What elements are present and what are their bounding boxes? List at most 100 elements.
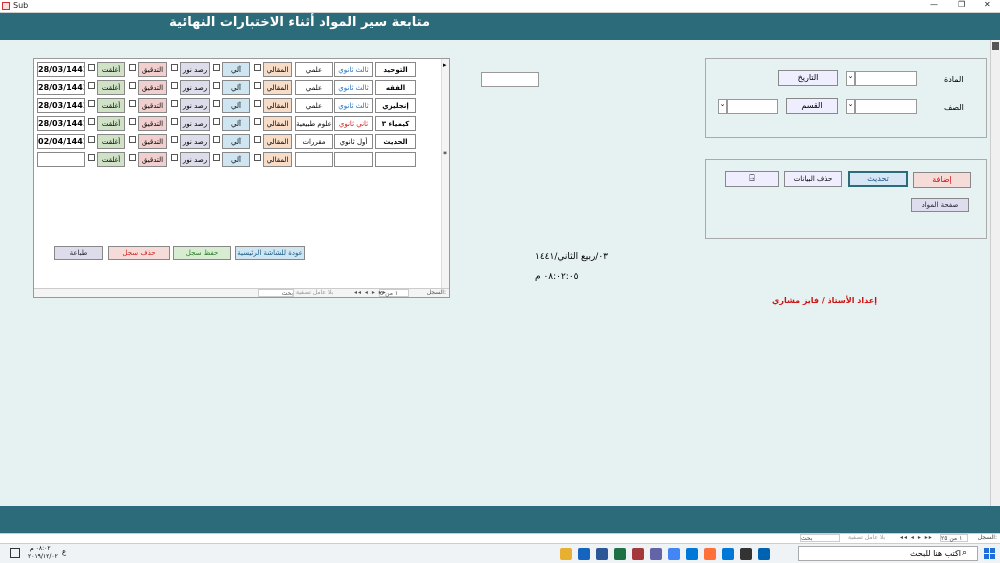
teacher-cell[interactable]: آلي: [222, 80, 250, 95]
teacher-cell[interactable]: آلي: [222, 98, 250, 113]
subject-dropdown-chevron-down-icon[interactable]: ⌄: [846, 71, 855, 86]
date-cell[interactable]: 28/03/1441: [37, 98, 85, 113]
teacher-checkbox[interactable]: [213, 82, 220, 89]
teacher-checkbox[interactable]: [213, 136, 220, 143]
nav-arrows-icon[interactable]: ◂◂ ◂ ▸ ▸▸: [354, 289, 387, 296]
check-checkbox[interactable]: [129, 82, 136, 89]
bottom-nav-filter[interactable]: بلا عامل تصفية: [848, 534, 885, 541]
subject-cell[interactable]: الفقه: [375, 80, 416, 95]
subject-cell[interactable]: كيمياء ٣: [375, 116, 416, 131]
hall-cell[interactable]: المقالي: [263, 62, 292, 77]
subject-cell[interactable]: [375, 152, 416, 167]
subjects-page-button[interactable]: صفحة المواد: [911, 198, 969, 212]
teacher-cell[interactable]: آلي: [222, 116, 250, 131]
file-explorer-icon[interactable]: [560, 548, 572, 560]
section-button[interactable]: القسم: [786, 98, 838, 114]
grade-cell[interactable]: ثالث ثانوي: [334, 80, 373, 95]
taskbar-search-box[interactable]: اكتب هنا للبحث: [798, 546, 978, 561]
outlook-icon[interactable]: [578, 548, 590, 560]
proctor-cell[interactable]: رصد نور: [180, 116, 210, 131]
proctor-checkbox[interactable]: [171, 64, 178, 71]
teacher-checkbox[interactable]: [213, 154, 220, 161]
close-status-cell[interactable]: أغلقت: [97, 62, 125, 77]
track-cell[interactable]: علمي: [295, 98, 333, 113]
access-icon[interactable]: [632, 548, 644, 560]
word-icon[interactable]: [596, 548, 608, 560]
exit-button[interactable]: ⍈: [725, 171, 779, 187]
store-icon[interactable]: [740, 548, 752, 560]
check-checkbox[interactable]: [129, 118, 136, 125]
hall-checkbox[interactable]: [254, 118, 261, 125]
check-checkbox[interactable]: [129, 154, 136, 161]
proctor-cell[interactable]: رصد نور: [180, 80, 210, 95]
clock-date[interactable]: ٢٠١٩/١٢/٠٢: [28, 553, 58, 560]
teams-icon[interactable]: [650, 548, 662, 560]
chrome-icon[interactable]: [668, 548, 680, 560]
save-record-button[interactable]: حفظ سجل: [173, 246, 231, 260]
hall-checkbox[interactable]: [254, 82, 261, 89]
track-cell[interactable]: علمي: [295, 62, 333, 77]
grade-cell[interactable]: أول ثانوي: [334, 134, 373, 149]
delete-data-button[interactable]: حذف البيانات: [784, 171, 842, 187]
nav-search-box[interactable]: بحث: [258, 289, 294, 297]
hall-cell[interactable]: المقالي: [263, 134, 292, 149]
bottom-nav-search[interactable]: بحث: [800, 534, 840, 542]
date-button[interactable]: التاريخ: [778, 70, 838, 86]
closed-checkbox[interactable]: [88, 118, 95, 125]
hall-cell[interactable]: المقالي: [263, 116, 292, 131]
closed-checkbox[interactable]: [88, 100, 95, 107]
hall-checkbox[interactable]: [254, 154, 261, 161]
check-status-cell[interactable]: التدقيق: [138, 152, 167, 167]
proctor-checkbox[interactable]: [171, 154, 178, 161]
grade-cell[interactable]: ثالث ثانوي: [334, 98, 373, 113]
teacher-checkbox[interactable]: [213, 100, 220, 107]
date-cell[interactable]: 28/03/1441: [37, 116, 85, 131]
nav-filter-status[interactable]: بلا عامل تصفية: [296, 289, 333, 296]
restore-button[interactable]: ❐: [958, 0, 965, 9]
close-status-cell[interactable]: أغلقت: [97, 152, 125, 167]
notification-icon[interactable]: [10, 548, 20, 558]
teacher-cell[interactable]: آلي: [222, 152, 250, 167]
closed-checkbox[interactable]: [88, 82, 95, 89]
teacher-checkbox[interactable]: [213, 118, 220, 125]
empty-textbox[interactable]: [481, 72, 539, 87]
subject-cell[interactable]: إنجليزي: [375, 98, 416, 113]
class-dropdown-chevron-down-icon[interactable]: ⌄: [846, 99, 855, 114]
vertical-scrollbar[interactable]: [990, 40, 1000, 506]
grade-cell[interactable]: ثالث ثانوي: [334, 62, 373, 77]
teacher-cell[interactable]: آلي: [222, 134, 250, 149]
section-dropdown-chevron-down-icon[interactable]: ⌄: [718, 99, 727, 114]
excel-icon[interactable]: [614, 548, 626, 560]
proctor-checkbox[interactable]: [171, 118, 178, 125]
date-cell[interactable]: 02/04/1441: [37, 134, 85, 149]
subject-cell[interactable]: الحديث: [375, 134, 416, 149]
close-status-cell[interactable]: أغلقت: [97, 116, 125, 131]
minimize-button[interactable]: —: [930, 0, 938, 9]
check-status-cell[interactable]: التدقيق: [138, 98, 167, 113]
closed-checkbox[interactable]: [88, 154, 95, 161]
proctor-cell[interactable]: رصد نور: [180, 98, 210, 113]
print-button[interactable]: طباعة: [54, 246, 103, 260]
class-combo[interactable]: [855, 99, 917, 114]
check-status-cell[interactable]: التدقيق: [138, 80, 167, 95]
teacher-checkbox[interactable]: [213, 64, 220, 71]
clock-time[interactable]: ٠٨:٠٢ م: [30, 545, 51, 552]
check-status-cell[interactable]: التدقيق: [138, 116, 167, 131]
proctor-checkbox[interactable]: [171, 100, 178, 107]
close-button[interactable]: ✕: [984, 0, 991, 9]
photos-icon[interactable]: [686, 548, 698, 560]
date-cell[interactable]: [37, 152, 85, 167]
close-status-cell[interactable]: أغلقت: [97, 80, 125, 95]
proctor-checkbox[interactable]: [171, 136, 178, 143]
delete-record-button[interactable]: حذف سجل: [108, 246, 170, 260]
hall-cell[interactable]: المقالي: [263, 80, 292, 95]
hall-checkbox[interactable]: [254, 136, 261, 143]
proctor-checkbox[interactable]: [171, 82, 178, 89]
language-indicator[interactable]: ع: [62, 548, 66, 556]
track-cell[interactable]: علمي: [295, 80, 333, 95]
subject-combo[interactable]: [855, 71, 917, 86]
check-status-cell[interactable]: التدقيق: [138, 62, 167, 77]
add-button[interactable]: إضافة: [913, 172, 971, 188]
firefox-icon[interactable]: [704, 548, 716, 560]
track-cell[interactable]: علوم طبيعية: [295, 116, 333, 131]
